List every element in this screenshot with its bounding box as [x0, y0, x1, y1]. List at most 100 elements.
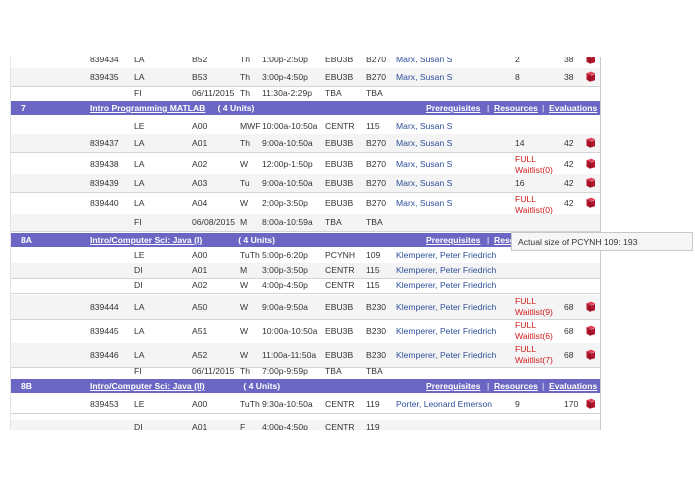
section-row: DI A01 F 4:00p-4:50p CENTR 119 — [11, 420, 600, 430]
section-id: 839435 — [90, 72, 119, 82]
book-icon[interactable] — [585, 177, 596, 190]
resources-link[interactable]: Resources — [494, 103, 538, 113]
meeting-type: LA — [134, 350, 145, 360]
meeting-days: TuTh — [240, 250, 260, 260]
meeting-days: Th — [240, 138, 251, 148]
meeting-time: 9:00a-10:50a — [262, 138, 313, 148]
meeting-time: 7:00p-9:59p — [262, 366, 308, 376]
instructor-link[interactable]: Marx, Susan S — [396, 159, 452, 169]
book-icon[interactable] — [585, 158, 596, 171]
room: 109 — [366, 250, 381, 260]
building[interactable]: EBU3B — [325, 178, 353, 188]
course-title-link[interactable]: Intro/Computer Sci: Java (I) — [90, 235, 202, 245]
instructor-link[interactable]: Klemperer, Peter Friedrich — [396, 326, 496, 336]
meeting-time: 9:30a-10:50a — [262, 399, 313, 409]
seat-limit: 42 — [564, 159, 574, 169]
building[interactable]: CENTR — [325, 121, 355, 131]
full-status: FULL — [515, 344, 537, 354]
building[interactable]: EBU3B — [325, 350, 353, 360]
section-id: 839445 — [90, 326, 119, 336]
section-code: A52 — [192, 350, 208, 360]
instructor-link[interactable]: Klemperer, Peter Friedrich — [396, 265, 496, 275]
evaluations-link[interactable]: Evaluations — [549, 381, 597, 391]
section-code: A01 — [192, 422, 208, 430]
seats-available: 8 — [515, 72, 520, 82]
book-icon[interactable] — [585, 325, 596, 338]
building[interactable]: EBU3B — [325, 57, 353, 64]
instructor-link[interactable]: Marx, Susan S — [396, 72, 452, 82]
meeting-type: LE — [134, 121, 145, 131]
room: 115 — [366, 121, 380, 131]
building[interactable]: EBU3B — [325, 72, 353, 82]
link-separator: | — [487, 235, 490, 245]
meeting-time: 12:00p-1:50p — [262, 159, 313, 169]
meeting-type: DI — [134, 280, 143, 290]
seat-limit: 68 — [564, 326, 574, 336]
instructor-link[interactable]: Porter, Leonard Emerson — [396, 399, 492, 409]
prerequisites-link[interactable]: Prerequisites — [426, 103, 480, 113]
building[interactable]: EBU3B — [325, 198, 353, 208]
book-icon[interactable] — [585, 197, 596, 210]
building[interactable]: CENTR — [325, 265, 355, 275]
full-status: FULL — [515, 320, 537, 330]
meeting-time: 5:00p-6:20p — [262, 250, 308, 260]
section-code: A01 — [192, 138, 208, 148]
book-icon[interactable] — [585, 301, 596, 314]
section-row: 839445 LA A51 W 10:00a-10:50a EBU3B B230 Klempe… — [11, 319, 600, 344]
book-icon[interactable] — [585, 349, 596, 362]
course-number: 8B — [21, 381, 32, 391]
book-icon[interactable] — [585, 71, 596, 84]
instructor-link[interactable]: Marx, Susan S — [396, 121, 452, 131]
building[interactable]: EBU3B — [325, 159, 353, 169]
building[interactable]: PCYNH — [325, 250, 355, 260]
instructor-link[interactable]: Marx, Susan S — [396, 57, 452, 64]
building[interactable]: CENTR — [325, 399, 355, 409]
meeting-time: 8:00a-10:59a — [262, 217, 313, 227]
instructor-link[interactable]: Marx, Susan S — [396, 198, 452, 208]
section-id: 839440 — [90, 198, 119, 208]
instructor-link[interactable]: Marx, Susan S — [396, 138, 452, 148]
course-number: 7 — [21, 103, 26, 113]
building[interactable]: CENTR — [325, 422, 355, 430]
building[interactable]: TBA — [325, 217, 342, 227]
book-icon[interactable] — [585, 398, 596, 411]
section-row: LE A00 MWF 10:00a-10:50a CENTR 115 Marx, Susan… — [11, 118, 600, 135]
section-row: FI 06/11/2015 Th 11:30a-2:29p TBA TBA — [11, 86, 600, 102]
instructor-link[interactable]: Marx, Susan S — [396, 178, 452, 188]
building[interactable]: EBU3B — [325, 302, 353, 312]
evaluations-link[interactable]: Evaluations — [549, 103, 597, 113]
section-code: B52 — [192, 57, 208, 64]
prerequisites-link[interactable]: Prerequisites — [426, 381, 480, 391]
resources-link[interactable]: Resources — [494, 381, 538, 391]
instructor-link[interactable]: Klemperer, Peter Friedrich — [396, 302, 496, 312]
section-id: 839439 — [90, 178, 119, 188]
instructor-link[interactable]: Klemperer, Peter Friedrich — [396, 250, 496, 260]
building[interactable]: EBU3B — [325, 138, 353, 148]
instructor-link[interactable]: Klemperer, Peter Friedrich — [396, 280, 496, 290]
building[interactable]: TBA — [325, 366, 342, 376]
meeting-type: LA — [134, 302, 145, 312]
link-separator: | — [542, 381, 545, 391]
meeting-type: DI — [134, 265, 143, 275]
prerequisites-link[interactable]: Prerequisites — [426, 235, 480, 245]
meeting-time: 3:00p-3:50p — [262, 265, 308, 275]
book-icon[interactable] — [585, 137, 596, 150]
course-title-link[interactable]: Intro Programming MATLAB — [90, 103, 205, 113]
building[interactable]: CENTR — [325, 280, 355, 290]
section-row: DI A02 W 4:00p-4:50p CENTR 115 Klemperer, Pete… — [11, 278, 600, 294]
building[interactable]: TBA — [325, 88, 342, 98]
meeting-type: LE — [134, 250, 145, 260]
meeting-time: 10:00a-10:50a — [262, 326, 318, 336]
instructor-link[interactable]: Klemperer, Peter Friedrich — [396, 350, 496, 360]
full-status: FULL — [515, 194, 537, 204]
room: TBA — [366, 366, 383, 376]
meeting-type: FI — [134, 88, 142, 98]
room: 115 — [366, 265, 380, 275]
book-icon[interactable] — [585, 57, 596, 66]
room: B230 — [366, 302, 387, 312]
course-title-link[interactable]: Intro/Computer Sci: Java (II) — [90, 381, 205, 391]
room: B270 — [366, 138, 387, 148]
room: B270 — [366, 72, 387, 82]
section-id: 839434 — [90, 57, 119, 64]
building[interactable]: EBU3B — [325, 326, 353, 336]
